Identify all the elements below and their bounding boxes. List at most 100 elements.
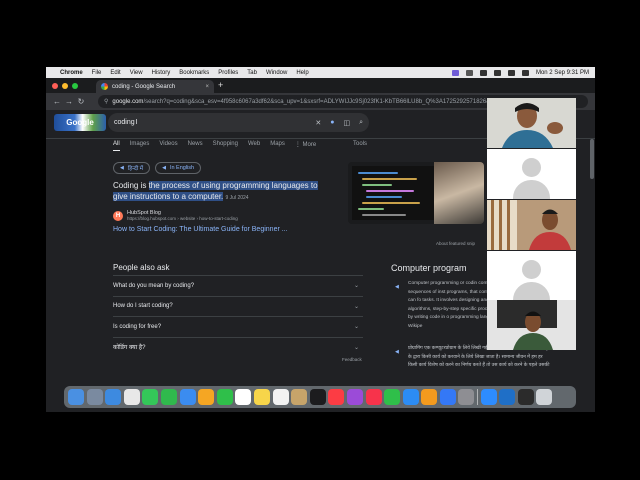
- search-icon[interactable]: ⌕: [359, 119, 363, 127]
- reload-icon[interactable]: ↻: [75, 97, 87, 106]
- participant-photo: [487, 300, 576, 350]
- paa-question-text: What do you mean by coding?: [113, 282, 195, 289]
- search-box[interactable]: coding I ✕ ● ◫ ⌕: [108, 113, 369, 132]
- google-logo-text: Google: [66, 118, 94, 127]
- voice-search-icon[interactable]: ●: [330, 119, 334, 126]
- finder-icon[interactable]: [68, 389, 84, 405]
- participant-photo: [487, 98, 576, 148]
- freeform-icon[interactable]: [291, 389, 308, 405]
- dollar-icon[interactable]: [465, 69, 473, 76]
- control-center-icon[interactable]: [521, 69, 529, 76]
- pages-icon[interactable]: [421, 389, 438, 405]
- menu-profiles[interactable]: Profiles: [218, 70, 238, 76]
- tools-button[interactable]: Tools: [353, 141, 367, 147]
- chip-hindi[interactable]: ◀ हिन्दी में: [113, 162, 151, 174]
- speaker-icon[interactable]: ◀: [395, 284, 399, 290]
- menu-bookmarks[interactable]: Bookmarks: [179, 70, 209, 76]
- participant-avatar: [487, 149, 576, 199]
- tab-close-icon[interactable]: ×: [205, 84, 209, 90]
- menu-app-name[interactable]: Chrome: [60, 70, 83, 76]
- tab-shopping[interactable]: Shopping: [213, 141, 238, 151]
- chrome-icon[interactable]: [123, 389, 140, 405]
- menu-tab[interactable]: Tab: [247, 70, 257, 76]
- back-icon[interactable]: ←: [51, 97, 63, 106]
- result-title-link[interactable]: How to Start Coding: The Ultimate Guide …: [113, 226, 288, 233]
- menu-window[interactable]: Window: [266, 70, 287, 76]
- vscode-icon[interactable]: [499, 389, 516, 405]
- photos-icon[interactable]: [198, 389, 215, 405]
- people-also-ask: What do you mean by coding? ⌄ How do I s…: [113, 275, 363, 357]
- paa-question[interactable]: कोडिंग क्या है? ⌄: [113, 336, 363, 358]
- about-featured-snippets[interactable]: About featured snip: [436, 241, 475, 246]
- lens-search-icon[interactable]: ◫: [343, 119, 350, 127]
- terminal-icon[interactable]: [517, 389, 534, 405]
- snippet-date: 9 Jul 2024: [225, 195, 249, 201]
- paa-question[interactable]: How do I start coding? ⌄: [113, 295, 363, 317]
- zoom-icon[interactable]: [480, 389, 497, 405]
- calendar-icon[interactable]: [235, 389, 252, 405]
- feedback-link[interactable]: Feedback: [342, 357, 362, 362]
- google-doodle-logo[interactable]: Google: [54, 114, 106, 131]
- chevron-down-icon: ⌄: [353, 344, 359, 351]
- paa-question-text: कोडिंग क्या है?: [113, 345, 146, 352]
- dock-separator: [477, 389, 479, 405]
- new-tab-button[interactable]: +: [218, 80, 223, 90]
- tab-google-search[interactable]: coding - Google Search ×: [96, 80, 214, 93]
- launchpad-icon[interactable]: [86, 389, 103, 405]
- forward-icon[interactable]: →: [63, 97, 75, 106]
- site-info-icon[interactable]: ⚲: [104, 98, 108, 105]
- paa-question[interactable]: What do you mean by coding? ⌄: [113, 275, 363, 296]
- speaker-icon[interactable]: ◀: [395, 349, 399, 355]
- tab-web[interactable]: Web: [248, 141, 260, 151]
- safari-icon[interactable]: [105, 389, 122, 405]
- menu-help[interactable]: Help: [296, 70, 308, 76]
- news-icon[interactable]: [365, 389, 382, 405]
- participant-video-5: [487, 300, 576, 350]
- facetime-video-icon[interactable]: [216, 389, 233, 405]
- zoom-window-icon[interactable]: [72, 83, 78, 89]
- chip-hindi-label: हिन्दी में: [127, 166, 144, 172]
- notes-icon[interactable]: [253, 389, 270, 405]
- keynote-icon[interactable]: [439, 389, 456, 405]
- chip-english[interactable]: ◀ In English: [155, 162, 202, 174]
- tab-maps[interactable]: Maps: [270, 141, 285, 151]
- numbers-icon[interactable]: [384, 389, 401, 405]
- mail-icon[interactable]: [179, 389, 196, 405]
- facetime-icon[interactable]: [160, 389, 177, 405]
- mac-menu-bar: Chrome File Edit View History Bookmarks …: [46, 67, 595, 78]
- tab-images[interactable]: Images: [130, 141, 150, 151]
- search-menu-icon[interactable]: [507, 69, 515, 76]
- paa-question-text: How do I start coding?: [113, 303, 173, 310]
- tab-more[interactable]: ⋮ More: [295, 141, 316, 151]
- tab-all[interactable]: All: [113, 141, 120, 151]
- result-source[interactable]: H HubSpot Blog https://blog.hubspot.com …: [113, 210, 238, 221]
- music-icon[interactable]: [328, 389, 345, 405]
- minimize-window-icon[interactable]: [62, 83, 68, 89]
- clear-search-icon[interactable]: ✕: [315, 119, 321, 127]
- search-input[interactable]: coding: [114, 119, 135, 126]
- battery-icon[interactable]: [479, 69, 487, 76]
- menu-file[interactable]: File: [92, 70, 102, 76]
- screen-share-icon[interactable]: [451, 69, 459, 76]
- source-url: https://blog.hubspot.com › website › how…: [127, 216, 238, 221]
- paa-question[interactable]: Is coding for free? ⌄: [113, 316, 363, 337]
- tab-news[interactable]: News: [188, 141, 203, 151]
- menu-view[interactable]: View: [130, 70, 143, 76]
- participant-video-2: [487, 149, 576, 199]
- menu-history[interactable]: History: [152, 70, 171, 76]
- podcasts-icon[interactable]: [346, 389, 363, 405]
- close-window-icon[interactable]: [52, 83, 58, 89]
- settings-icon[interactable]: [458, 389, 475, 405]
- tab-videos[interactable]: Videos: [159, 141, 177, 151]
- page-scrollbar[interactable]: [590, 139, 594, 179]
- menu-edit[interactable]: Edit: [110, 70, 120, 76]
- appletv-icon[interactable]: [309, 389, 326, 405]
- messages-icon[interactable]: [142, 389, 159, 405]
- browser-tab-bar: coding - Google Search × +: [46, 78, 595, 93]
- appstore-icon[interactable]: [402, 389, 419, 405]
- snippet-thumbnail[interactable]: [348, 162, 484, 224]
- reminders-icon[interactable]: [272, 389, 289, 405]
- menu-clock[interactable]: Mon 2 Sep 9:31 PM: [536, 70, 589, 76]
- wifi-icon[interactable]: [493, 69, 501, 76]
- trash-icon[interactable]: [536, 389, 553, 405]
